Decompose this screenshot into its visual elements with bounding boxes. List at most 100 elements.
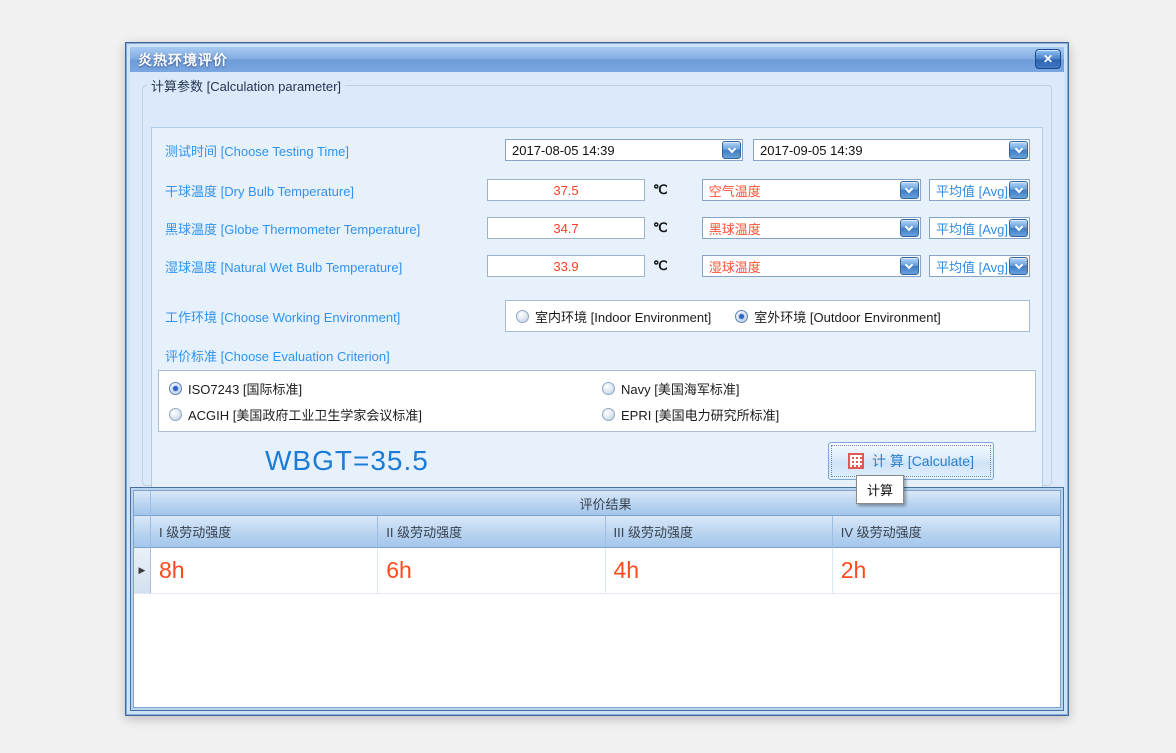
column-header-level1: I 级劳动强度: [151, 516, 378, 548]
chevron-down-icon: [727, 144, 735, 152]
dry-bulb-label: 干球温度 [Dry Bulb Temperature]: [165, 181, 487, 200]
table-cell-level2[interactable]: 6h: [378, 548, 605, 594]
radio-epri[interactable]: EPRI [美国电力研究所标准]: [602, 405, 1035, 424]
dry-bulb-input[interactable]: [487, 179, 645, 201]
dropdown-button[interactable]: [1009, 257, 1028, 275]
radio-icon: [602, 408, 615, 421]
navy-label: Navy [美国海军标准]: [621, 379, 739, 398]
calculate-button-label: 计 算 [Calculate]: [872, 451, 974, 471]
radio-icon: [169, 382, 182, 395]
dry-bulb-source-combobox[interactable]: 空气温度: [702, 179, 921, 201]
radio-indoor-environment[interactable]: 室内环境 [Indoor Environment]: [516, 307, 711, 326]
dropdown-button[interactable]: [900, 181, 919, 199]
chevron-down-icon: [905, 184, 913, 192]
radio-icon: [516, 310, 529, 323]
table-cell-level3[interactable]: 4h: [606, 548, 833, 594]
testing-time-row: 测试时间 [Choose Testing Time] 2017-08-05 14…: [165, 138, 1030, 162]
epri-label: EPRI [美国电力研究所标准]: [621, 405, 779, 424]
chevron-down-icon: [905, 260, 913, 268]
working-environment-row: 工作环境 [Choose Working Environment] 室内环境 […: [165, 300, 1030, 332]
globe-temp-stat-combobox[interactable]: 平均值 [Avg]: [929, 217, 1030, 239]
criterion-label: 评价标准 [Choose Evaluation Criterion]: [165, 346, 390, 365]
wet-bulb-row: 湿球温度 [Natural Wet Bulb Temperature] ℃ 湿球…: [165, 254, 1030, 278]
selector-header-cell: [134, 516, 151, 548]
testing-time-end-combobox[interactable]: 2017-09-05 14:39: [753, 139, 1030, 161]
tooltip-text: 计算: [867, 483, 893, 498]
table-empty-area: [134, 594, 1060, 707]
testing-time-start-value: 2017-08-05 14:39: [506, 140, 721, 160]
dropdown-button[interactable]: [722, 141, 741, 159]
row-selector-cell[interactable]: ▶: [134, 548, 151, 594]
criterion-label-row: 评价标准 [Choose Evaluation Criterion]: [165, 346, 1030, 364]
iso7243-label: ISO7243 [国际标准]: [188, 379, 302, 398]
radio-acgih[interactable]: ACGIH [美国政府工业卫生学家会议标准]: [169, 405, 602, 424]
radio-outdoor-environment[interactable]: 室外环境 [Outdoor Environment]: [735, 307, 940, 326]
chevron-down-icon: [1014, 260, 1022, 268]
results-table: 评价结果 I 级劳动强度 II 级劳动强度 III 级劳动强度 IV 级劳动强度…: [130, 487, 1064, 711]
chevron-down-icon: [1014, 144, 1022, 152]
radio-iso7243[interactable]: ISO7243 [国际标准]: [169, 379, 602, 398]
testing-time-start-combobox[interactable]: 2017-08-05 14:39: [505, 139, 743, 161]
dropdown-button[interactable]: [1009, 141, 1028, 159]
globe-temp-label: 黑球温度 [Globe Thermometer Temperature]: [165, 219, 487, 238]
groupbox-legend: 计算参数 [Calculation parameter]: [147, 76, 345, 95]
testing-time-end-value: 2017-09-05 14:39: [754, 140, 1008, 160]
outdoor-environment-label: 室外环境 [Outdoor Environment]: [754, 307, 940, 326]
radio-icon: [602, 382, 615, 395]
dry-bulb-source-value: 空气温度: [703, 180, 899, 200]
wet-bulb-source-value: 湿球温度: [703, 256, 899, 276]
table-title-cell: 评价结果: [151, 491, 1060, 516]
wet-bulb-source-combobox[interactable]: 湿球温度: [702, 255, 921, 277]
testing-time-label: 测试时间 [Choose Testing Time]: [165, 141, 487, 160]
globe-temp-row: 黑球温度 [Globe Thermometer Temperature] ℃ 黑…: [165, 216, 1030, 240]
globe-temp-input[interactable]: [487, 217, 645, 239]
parameter-panel: 测试时间 [Choose Testing Time] 2017-08-05 14…: [151, 127, 1043, 497]
indoor-environment-label: 室内环境 [Indoor Environment]: [535, 307, 711, 326]
title-bar[interactable]: 炎热环境评价 ✕: [130, 47, 1064, 72]
globe-temp-source-combobox[interactable]: 黑球温度: [702, 217, 921, 239]
selector-header-cell: [134, 491, 151, 516]
calculate-button[interactable]: 计 算 [Calculate]: [828, 442, 994, 480]
radio-icon: [169, 408, 182, 421]
wet-bulb-stat-combobox[interactable]: 平均值 [Avg]: [929, 255, 1030, 277]
radio-navy[interactable]: Navy [美国海军标准]: [602, 379, 1035, 398]
dry-bulb-stat-value: 平均值 [Avg]: [930, 180, 1008, 200]
globe-temp-source-value: 黑球温度: [703, 218, 899, 238]
close-button[interactable]: ✕: [1035, 49, 1061, 69]
chevron-down-icon: [905, 222, 913, 230]
column-header-level4: IV 级劳动强度: [833, 516, 1060, 548]
dry-bulb-stat-combobox[interactable]: 平均值 [Avg]: [929, 179, 1030, 201]
row-marker-icon: ▶: [139, 565, 146, 576]
wet-bulb-input[interactable]: [487, 255, 645, 277]
wet-bulb-label: 湿球温度 [Natural Wet Bulb Temperature]: [165, 257, 487, 276]
acgih-label: ACGIH [美国政府工业卫生学家会议标准]: [188, 405, 422, 424]
close-icon: ✕: [1043, 52, 1053, 66]
chevron-down-icon: [1014, 184, 1022, 192]
table-cell-level4[interactable]: 2h: [833, 548, 1060, 594]
dry-bulb-row: 干球温度 [Dry Bulb Temperature] ℃ 空气温度 平均值 […: [165, 178, 1030, 202]
chevron-down-icon: [1014, 222, 1022, 230]
wbgt-value: WBGT=35.5: [265, 445, 429, 477]
calculator-icon: [848, 453, 864, 469]
wet-bulb-stat-value: 平均值 [Avg]: [930, 256, 1008, 276]
globe-temp-stat-value: 平均值 [Avg]: [930, 218, 1008, 238]
calculate-tooltip: 计算: [856, 475, 904, 504]
table-title: 评价结果: [579, 494, 631, 513]
dry-bulb-unit: ℃: [653, 182, 674, 198]
dialog-content: 计算参数 [Calculation parameter] 测试时间 [Choos…: [130, 72, 1064, 711]
wet-bulb-unit: ℃: [653, 258, 674, 274]
results-grid: 评价结果 I 级劳动强度 II 级劳动强度 III 级劳动强度 IV 级劳动强度…: [133, 490, 1061, 708]
table-cell-level1[interactable]: 8h: [151, 548, 378, 594]
working-environment-box: 室内环境 [Indoor Environment] 室外环境 [Outdoor …: [505, 300, 1030, 332]
column-header-level3: III 级劳动强度: [606, 516, 833, 548]
radio-icon: [735, 310, 748, 323]
dropdown-button[interactable]: [900, 257, 919, 275]
dropdown-button[interactable]: [1009, 181, 1028, 199]
dropdown-button[interactable]: [900, 219, 919, 237]
globe-temp-unit: ℃: [653, 220, 674, 236]
window-title: 炎热环境评价: [130, 50, 228, 70]
working-environment-label: 工作环境 [Choose Working Environment]: [165, 307, 487, 326]
calculation-parameter-groupbox: 计算参数 [Calculation parameter] 测试时间 [Choos…: [142, 76, 1052, 486]
dropdown-button[interactable]: [1009, 219, 1028, 237]
criterion-box: ISO7243 [国际标准] Navy [美国海军标准] ACGIH [美国政府…: [158, 370, 1036, 432]
